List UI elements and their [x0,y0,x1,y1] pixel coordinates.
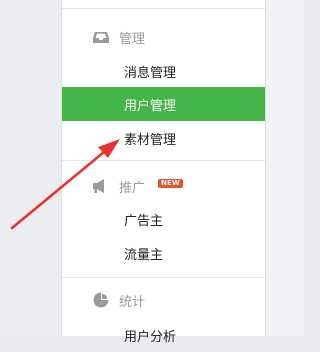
section-divider [62,160,265,161]
sidebar-item-label: 消息管理 [124,65,177,81]
megaphone-icon [92,177,110,195]
new-badge: NEW [158,179,183,188]
content-background [266,0,304,336]
sidebar-item-users[interactable]: 用户管理 [62,87,265,121]
sidebar-item-publisher[interactable]: 流量主 [62,236,265,270]
section-label: 推广 [119,180,146,196]
sidebar-item-label: 流量主 [124,247,164,263]
section-title-promotion: 推广 NEW [62,174,265,198]
left-gutter [0,0,61,336]
sidebar-item-user-analysis[interactable]: 用户分析 [62,318,265,352]
sidebar-item-advertiser[interactable]: 广告主 [62,202,265,236]
sidebar-item-materials[interactable]: 素材管理 [62,121,265,155]
section-title-management: 管理 [62,25,265,49]
section-title-statistics: 统计 [62,288,265,312]
sidebar-item-label: 素材管理 [124,132,177,148]
sidebar: 管理 消息管理 用户管理 素材管理 推广 NEW 广告主 流量主 统计 用户分析 [61,0,266,345]
section-label: 统计 [119,294,146,310]
section-label: 管理 [119,31,146,47]
inbox-icon [92,28,110,46]
pie-chart-icon [92,291,110,309]
sidebar-item-label: 用户管理 [124,98,177,114]
section-divider [62,8,265,9]
sidebar-item-label: 用户分析 [124,329,177,345]
sidebar-item-label: 广告主 [124,213,164,229]
section-divider [62,277,265,278]
sidebar-item-messages[interactable]: 消息管理 [62,54,265,88]
